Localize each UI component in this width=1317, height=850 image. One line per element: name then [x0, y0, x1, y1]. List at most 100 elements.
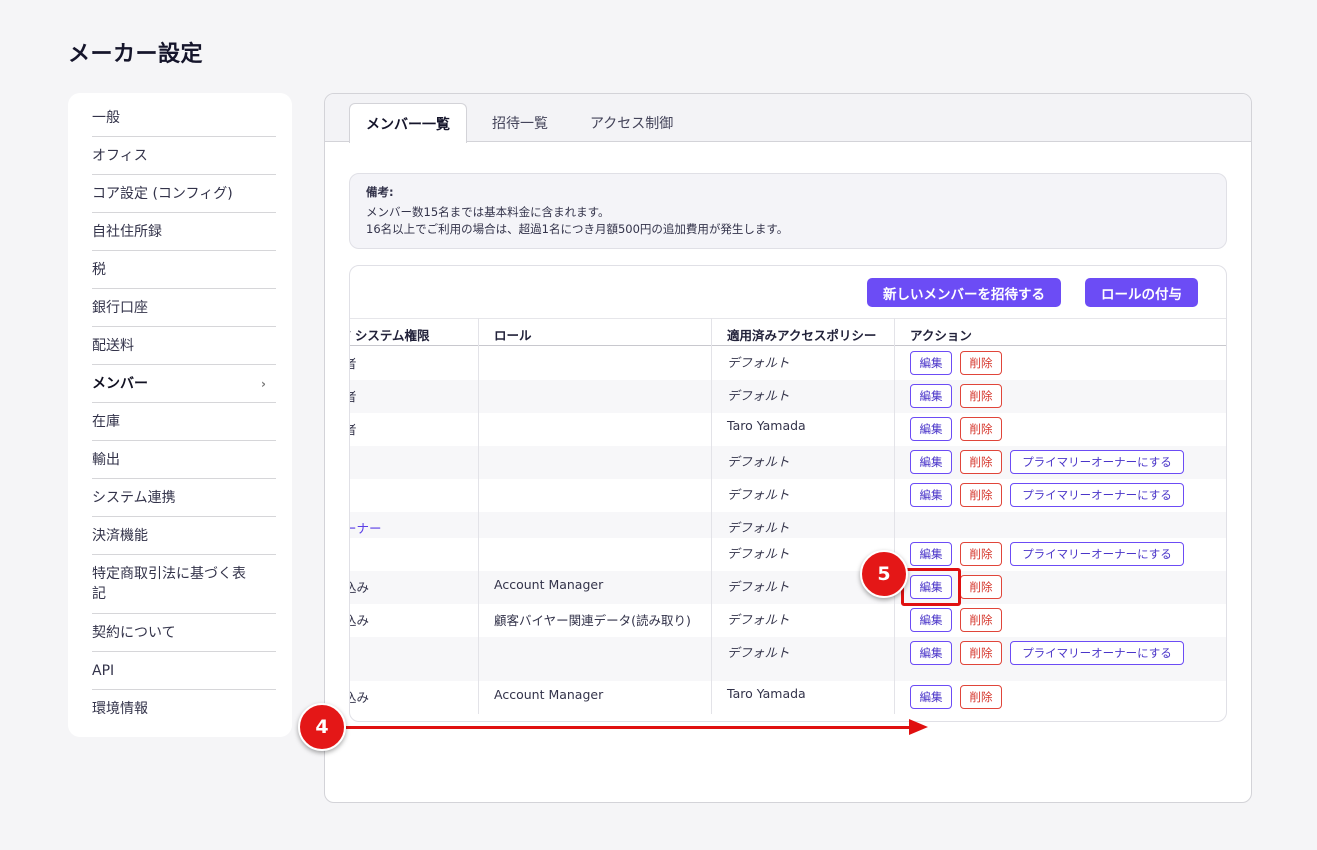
sidebar-item-label: 輸出	[92, 451, 120, 468]
make-primary-owner-button[interactable]: プライマリーオーナーにする	[1010, 483, 1184, 507]
invite-member-button[interactable]: 新しいメンバーを招待する	[867, 278, 1061, 307]
sidebar-item-shipping[interactable]: 配送料	[92, 327, 276, 365]
permission-cell: 込み	[350, 613, 370, 628]
column-divider	[894, 318, 895, 714]
permission-cell: 込み	[350, 690, 370, 705]
sidebar-item-api[interactable]: API	[92, 652, 276, 690]
permission-cell: ーナー	[350, 521, 382, 536]
sidebar-item-label: API	[92, 662, 115, 679]
delete-button[interactable]: 削除	[960, 450, 1002, 474]
settings-sidebar: 一般 オフィス コア設定 (コンフィグ) 自社住所録 税 銀行口座 配送料 メン…	[68, 93, 292, 737]
policy-cell: Taro Yamada	[727, 686, 806, 701]
chevron-right-icon: ›	[261, 376, 266, 391]
table-row: 込み Account Manager Taro Yamada 編集削除	[350, 681, 1226, 714]
sidebar-item-core-config[interactable]: コア設定 (コンフィグ)	[92, 175, 276, 213]
table-row: デフォルト 編集 削除 プライマリーオーナーにする	[350, 637, 1226, 681]
table-row: ーナー デフォルト	[350, 512, 1226, 538]
sidebar-item-payments[interactable]: 決済機能	[92, 517, 276, 555]
column-header-role: ロール	[494, 328, 532, 343]
policy-cell: デフォルト	[727, 546, 790, 561]
make-primary-owner-button[interactable]: プライマリーオーナーにする	[1010, 450, 1184, 474]
sidebar-item-label: 税	[92, 261, 106, 278]
sidebar-item-label: 在庫	[92, 413, 120, 430]
table-row: デフォルト 編集 削除 プライマリーオーナーにする	[350, 538, 1226, 571]
delete-button[interactable]: 削除	[960, 351, 1002, 375]
sidebar-item-tax[interactable]: 税	[92, 251, 276, 289]
edit-button[interactable]: 編集	[910, 685, 952, 709]
policy-cell: デフォルト	[727, 487, 790, 502]
sidebar-item-office[interactable]: オフィス	[92, 137, 276, 175]
edit-button[interactable]: 編集	[910, 450, 952, 474]
step-4-badge: 4	[298, 703, 346, 751]
sidebar-item-contract[interactable]: 契約について	[92, 614, 276, 652]
edit-button[interactable]: 編集	[910, 641, 952, 665]
sidebar-item-general[interactable]: 一般	[92, 99, 276, 137]
edit-button[interactable]: 編集	[910, 417, 952, 441]
note-heading: 備考:	[366, 185, 394, 199]
note-line: メンバー数15名までは基本料金に含まれます。	[366, 205, 610, 219]
table-row: 者 デフォルト 編集削除	[350, 347, 1226, 380]
edit-button[interactable]: 編集	[910, 351, 952, 375]
sidebar-item-label: 銀行口座	[92, 299, 148, 316]
tab-bar: メンバー一覧 招待一覧 アクセス制御	[325, 94, 1251, 143]
edit-button[interactable]: 編集	[910, 384, 952, 408]
sidebar-item-label: オフィス	[92, 147, 148, 164]
delete-button[interactable]: 削除	[960, 575, 1002, 599]
role-cell: Account Manager	[494, 577, 604, 592]
members-table-card: 新しいメンバーを招待する ロールの付与 / システム権限 ロール 適用済みアクセ…	[349, 265, 1227, 722]
sidebar-item-label: 一般	[92, 109, 120, 126]
column-divider	[478, 318, 479, 714]
sidebar-item-label: メンバー	[92, 375, 148, 392]
sidebar-item-environment[interactable]: 環境情報	[92, 690, 276, 728]
policy-cell: デフォルト	[727, 355, 790, 370]
policy-cell: デフォルト	[727, 579, 790, 594]
tab-access-control[interactable]: アクセス制御	[574, 103, 689, 143]
sidebar-item-commerce-law[interactable]: 特定商取引法に基づく表記	[92, 555, 276, 614]
make-primary-owner-button[interactable]: プライマリーオーナーにする	[1010, 542, 1184, 566]
table-row: 込みAccount Managerデフォルト編集削除	[350, 571, 1226, 604]
sidebar-item-label: 配送料	[92, 337, 134, 354]
policy-cell: デフォルト	[727, 612, 790, 627]
delete-button[interactable]: 削除	[960, 417, 1002, 441]
assign-role-button[interactable]: ロールの付与	[1085, 278, 1198, 307]
role-cell: 顧客バイヤー関連データ(読み取り)	[494, 613, 691, 628]
members-panel: メンバー一覧 招待一覧 アクセス制御 備考: メンバー数15名までは基本料金に含…	[324, 93, 1252, 803]
table-row: デフォルト 編集 削除 プライマリーオーナーにする	[350, 479, 1226, 512]
tab-invitations[interactable]: 招待一覧	[476, 103, 564, 143]
sidebar-item-bank-account[interactable]: 銀行口座	[92, 289, 276, 327]
table-row: 者 デフォルト 編集削除	[350, 380, 1226, 413]
delete-button[interactable]: 削除	[960, 608, 1002, 632]
delete-button[interactable]: 削除	[960, 685, 1002, 709]
tab-member-list[interactable]: メンバー一覧	[349, 103, 467, 143]
delete-button[interactable]: 削除	[960, 483, 1002, 507]
page-title: メーカー設定	[68, 42, 204, 67]
permission-cell: 込み	[350, 580, 370, 595]
delete-button[interactable]: 削除	[960, 384, 1002, 408]
table-header: / システム権限 ロール 適用済みアクセスポリシー アクション	[349, 318, 1226, 346]
column-header-policy: 適用済みアクセスポリシー	[727, 328, 877, 343]
column-divider	[711, 318, 712, 714]
sidebar-item-export[interactable]: 輸出	[92, 441, 276, 479]
step-highlight-box	[901, 568, 961, 606]
sidebar-item-address-book[interactable]: 自社住所録	[92, 213, 276, 251]
role-cell: Account Manager	[494, 687, 604, 702]
sidebar-item-members[interactable]: メンバー ›	[92, 365, 276, 403]
delete-button[interactable]: 削除	[960, 542, 1002, 566]
sidebar-item-inventory[interactable]: 在庫	[92, 403, 276, 441]
pricing-note: 備考: メンバー数15名までは基本料金に含まれます。 16名以上でご利用の場合は…	[349, 173, 1227, 249]
delete-button[interactable]: 削除	[960, 641, 1002, 665]
sidebar-item-integrations[interactable]: システム連携	[92, 479, 276, 517]
edit-button[interactable]: 編集	[910, 608, 952, 632]
make-primary-owner-button[interactable]: プライマリーオーナーにする	[1010, 641, 1184, 665]
policy-cell: Taro Yamada	[727, 418, 806, 433]
sidebar-item-label: 契約について	[92, 624, 176, 641]
step-5-badge: 5	[860, 550, 908, 598]
edit-button[interactable]: 編集	[910, 542, 952, 566]
sidebar-item-label: 決済機能	[92, 527, 148, 544]
arrow-head-icon	[909, 719, 928, 735]
sidebar-item-label: システム連携	[92, 489, 176, 506]
edit-button[interactable]: 編集	[910, 483, 952, 507]
column-header-permission: / システム権限	[349, 328, 430, 343]
sidebar-item-label: コア設定 (コンフィグ)	[92, 185, 233, 202]
permission-cell: 者	[350, 386, 357, 405]
